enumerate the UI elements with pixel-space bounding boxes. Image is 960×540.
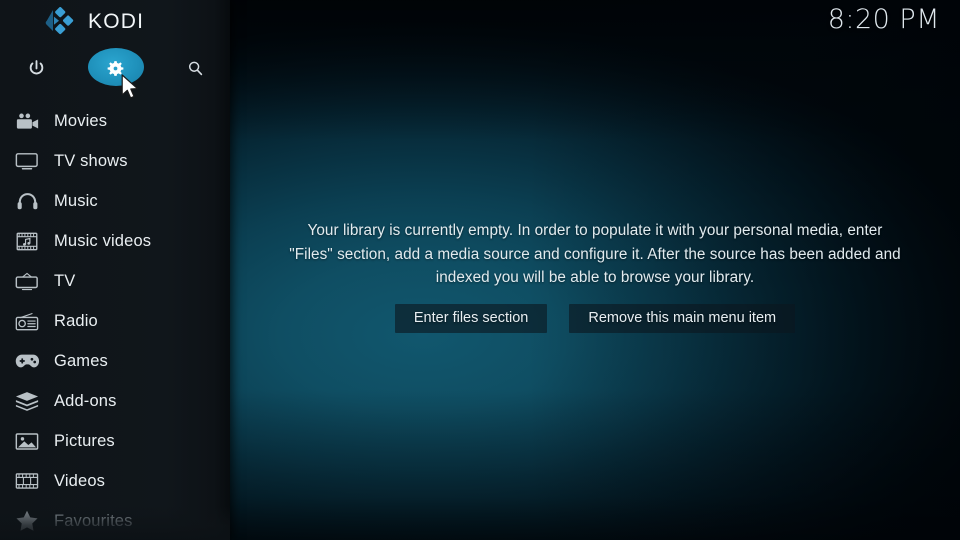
brand-name: KODI <box>88 10 145 33</box>
sidebar-item-music[interactable]: Music <box>0 181 230 221</box>
sidebar: KODI Movies TV shows Music Music videos … <box>0 0 230 540</box>
enter-files-section-button[interactable]: Enter files section <box>394 303 548 333</box>
sidebar-item-label: TV shows <box>54 151 128 170</box>
sidebar-item-label: Pictures <box>54 431 115 450</box>
power-button[interactable] <box>14 44 58 92</box>
sidebar-item-games[interactable]: Games <box>0 341 230 381</box>
sidebar-item-radio[interactable]: Radio <box>0 301 230 341</box>
sidebar-item-label: Videos <box>54 471 106 490</box>
sidebar-item-movies[interactable]: Movies <box>0 101 230 141</box>
sidebar-item-label: Add-ons <box>54 391 117 410</box>
empty-library-message: Your library is currently empty. In orde… <box>289 222 901 287</box>
search-icon <box>188 61 202 75</box>
gamepad-icon <box>12 353 42 369</box>
sidebar-item-videos[interactable]: Videos <box>0 461 230 501</box>
sidebar-item-label: Games <box>54 351 108 370</box>
picture-icon <box>12 432 42 451</box>
empty-library-panel: Your library is currently empty. In orde… <box>230 0 960 540</box>
search-button[interactable] <box>172 44 218 92</box>
sidebar-item-label: Movies <box>54 111 108 130</box>
sidebar-item-pictures[interactable]: Pictures <box>0 421 230 461</box>
kodi-window: 8:20 PM Your library is currently empty.… <box>0 0 960 540</box>
settings-button[interactable] <box>84 44 146 92</box>
gear-icon <box>107 60 123 76</box>
sidebar-item-label: TV <box>54 271 76 290</box>
sidebar-item-favourites[interactable]: Favourites <box>0 501 230 540</box>
brand: KODI <box>0 0 230 44</box>
sidebar-item-music-videos[interactable]: Music videos <box>0 221 230 261</box>
sidebar-item-label: Music <box>54 191 98 210</box>
sidebar-item-add-ons[interactable]: Add-ons <box>0 381 230 421</box>
film-strip-icon <box>12 472 42 490</box>
tv-icon <box>12 152 42 170</box>
star-icon <box>12 510 42 532</box>
clock: 8:20 PM <box>827 4 940 35</box>
sidebar-item-label: Favourites <box>54 511 133 530</box>
sidebar-item-label: Music videos <box>54 231 152 250</box>
remove-main-menu-item-button[interactable]: Remove this main menu item <box>569 303 796 333</box>
tv-antenna-icon <box>12 272 42 291</box>
kodi-logo-icon <box>45 7 74 35</box>
power-icon <box>29 59 43 74</box>
sidebar-top-buttons <box>0 44 230 92</box>
radio-icon <box>12 312 42 331</box>
sidebar-item-tv-shows[interactable]: TV shows <box>0 141 230 181</box>
empty-library-actions: Enter files section Remove this main men… <box>289 303 901 333</box>
sidebar-menu: Movies TV shows Music Music videos TV Ra… <box>0 101 230 540</box>
sidebar-item-label: Radio <box>54 311 98 330</box>
sidebar-item-tv[interactable]: TV <box>0 261 230 301</box>
addons-box-icon <box>12 391 42 411</box>
music-video-icon <box>12 232 42 251</box>
movie-camera-icon <box>12 113 42 130</box>
headphones-icon <box>12 192 42 210</box>
